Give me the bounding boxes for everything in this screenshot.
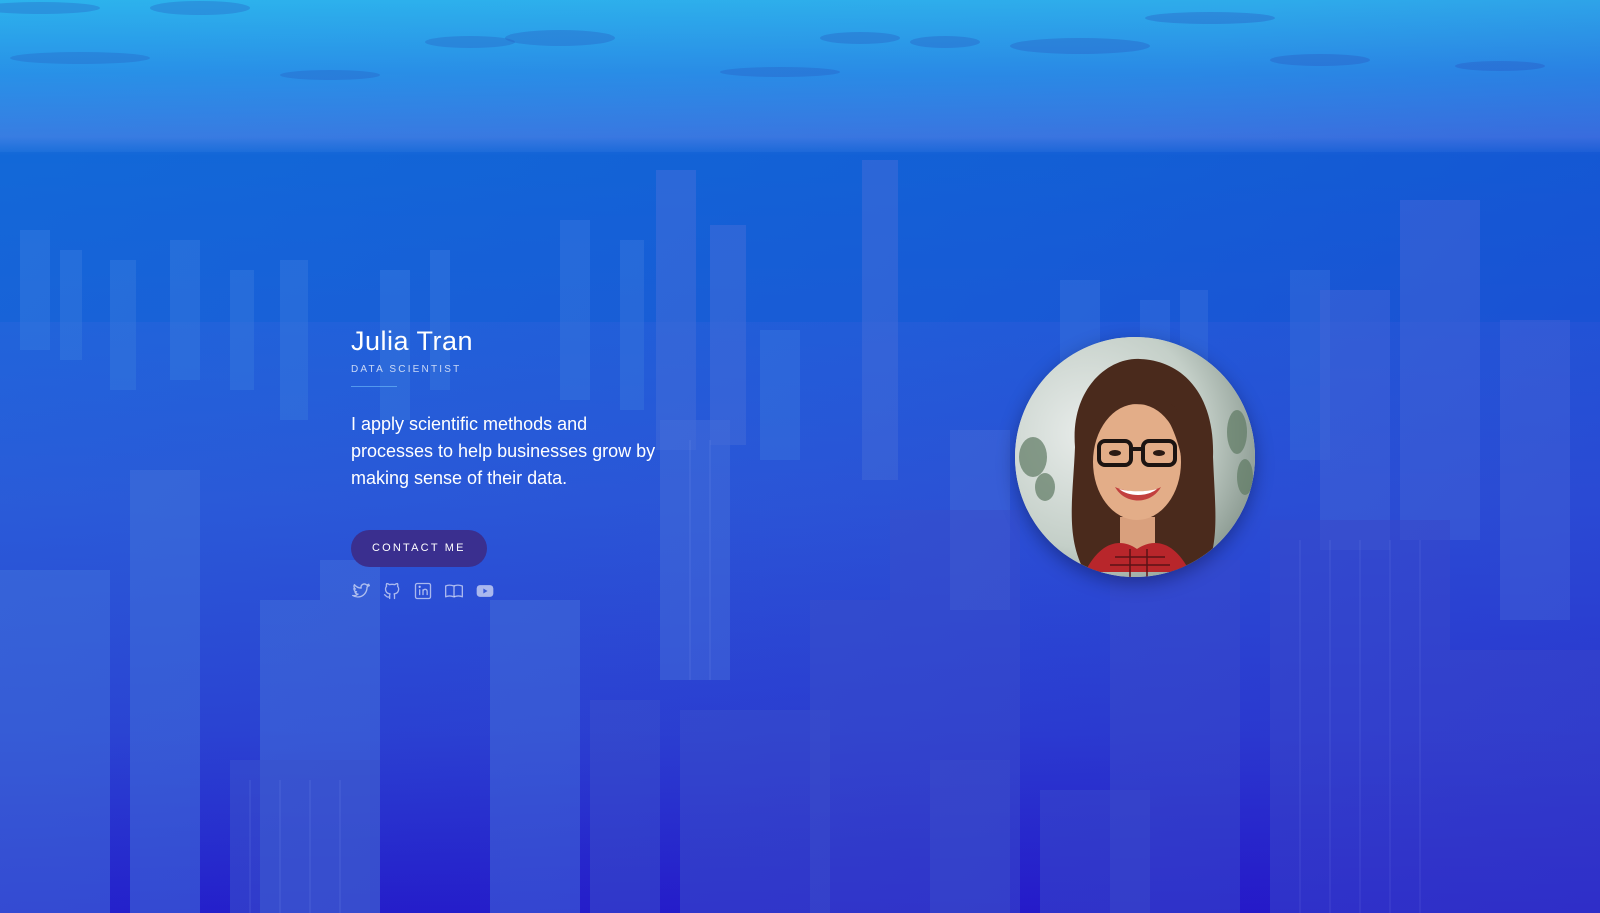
blog-icon[interactable] bbox=[444, 581, 464, 601]
twitter-icon[interactable] bbox=[351, 581, 371, 601]
profile-name: Julia Tran bbox=[351, 326, 474, 356]
contact-me-button[interactable]: CONTACT ME bbox=[351, 530, 487, 567]
hero-intro: Julia Tran DATA SCIENTIST I apply scient… bbox=[351, 324, 681, 601]
social-links bbox=[351, 581, 681, 601]
youtube-icon[interactable] bbox=[475, 581, 495, 601]
linkedin-icon[interactable] bbox=[413, 581, 433, 601]
divider bbox=[351, 386, 397, 387]
profile-role: DATA SCIENTIST bbox=[351, 364, 462, 375]
profile-description: I apply scientific methods and processes… bbox=[351, 414, 656, 488]
city-skyline-background bbox=[0, 1, 1600, 913]
profile-avatar bbox=[1015, 337, 1255, 577]
github-icon[interactable] bbox=[382, 581, 402, 601]
